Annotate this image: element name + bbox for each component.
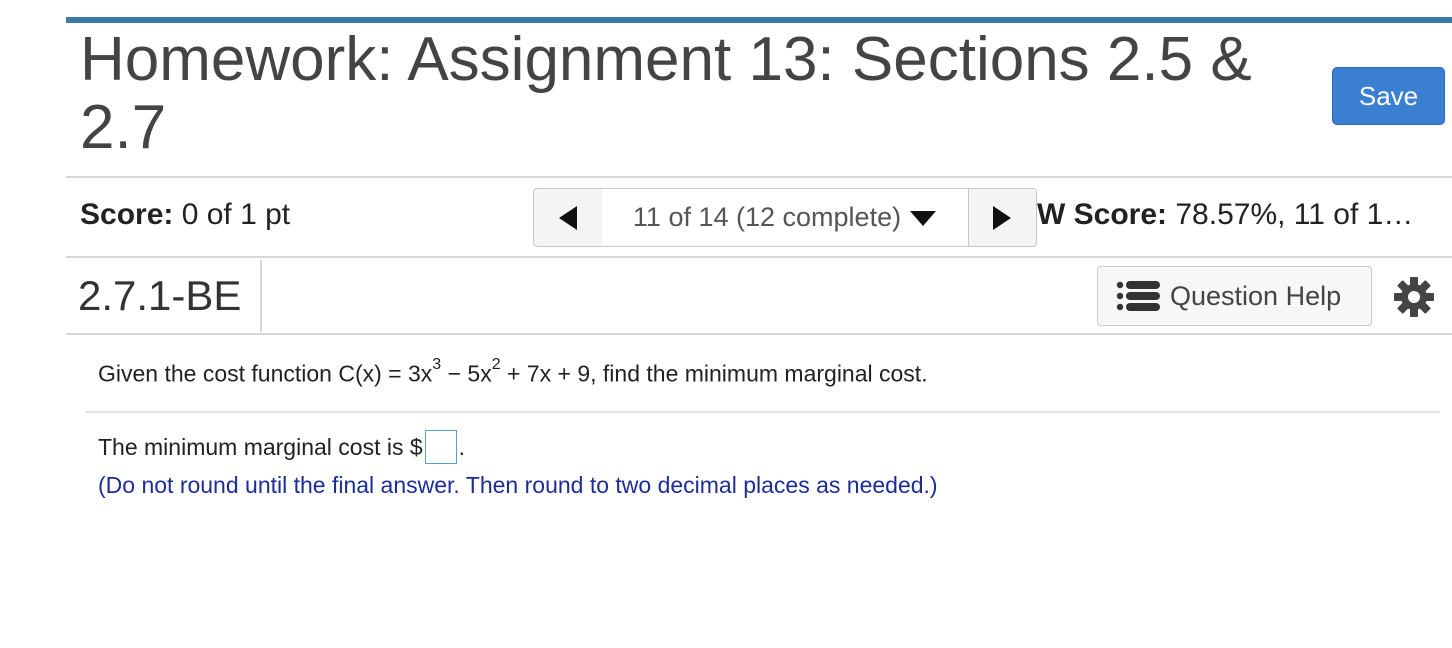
exponent: 3 [432, 356, 442, 373]
divider [66, 333, 1452, 335]
list-icon [1116, 281, 1160, 311]
exponent: 2 [491, 356, 501, 373]
score: Score: 0 of 1 pt [80, 198, 290, 232]
question-navigator: 11 of 14 (12 complete) [533, 188, 1037, 247]
divider [66, 176, 1452, 178]
page-title: Homework: Assignment 13: Sections 2.5 & … [80, 25, 1252, 162]
answer-input[interactable] [424, 430, 457, 464]
gear-icon[interactable] [1393, 276, 1435, 318]
previous-question-button[interactable] [534, 189, 603, 246]
rounding-hint: (Do not round until the final answer. Th… [98, 472, 938, 498]
homework-score: W Score: 78.57%, 11 of 1… [1037, 198, 1447, 232]
question-select-dropdown[interactable]: 11 of 14 (12 complete) [602, 189, 969, 246]
prev-arrow-icon [559, 205, 577, 230]
question-prompt: Given the cost function C(x) = 3x3 − 5x2… [98, 356, 928, 388]
hw-score-value: 78.57%, 11 of 1… [1167, 198, 1414, 231]
question-help-button[interactable]: Question Help [1097, 266, 1372, 326]
answer-line: The minimum marginal cost is $ . [98, 430, 465, 464]
question-help-label: Question Help [1170, 280, 1342, 311]
score-label: Score: [80, 198, 174, 231]
hw-score-label: W Score: [1037, 198, 1168, 231]
answer-label: The minimum marginal cost is $ [98, 433, 423, 460]
prompt-text: Given the cost function C(x) = 3x [98, 360, 433, 387]
prompt-text: − 5x [441, 360, 492, 387]
save-button[interactable]: Save [1332, 67, 1445, 125]
question-id: 2.7.1-BE [78, 272, 242, 319]
score-value: 0 of 1 pt [173, 198, 291, 231]
header-accent-bar [66, 17, 1452, 23]
question-id-separator [260, 260, 262, 332]
prompt-text: + 7x + 9, find the minimum marginal cost… [500, 360, 928, 387]
answer-suffix: . [458, 433, 466, 460]
next-arrow-icon [993, 205, 1011, 230]
question-position: 11 of 14 (12 complete) [632, 202, 902, 232]
next-question-button[interactable] [968, 189, 1036, 246]
divider [66, 256, 1452, 258]
dropdown-caret-icon [910, 210, 937, 226]
question-divider [86, 411, 1440, 413]
